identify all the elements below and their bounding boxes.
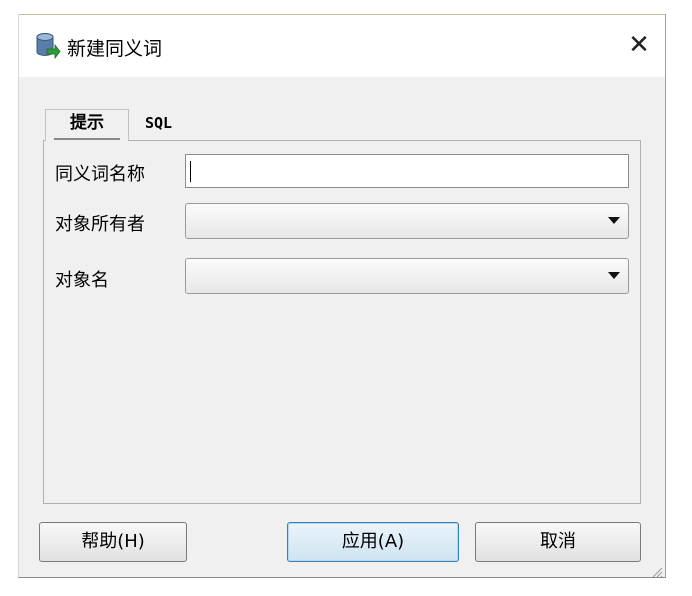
tab-focus-underline [54, 138, 120, 140]
tab-hint[interactable]: 提示 [45, 109, 129, 141]
object-name-label: 对象名 [55, 270, 109, 291]
close-button[interactable]: ✕ [623, 28, 655, 62]
tab-panel [43, 140, 641, 504]
tab-hint-label: 提示 [70, 113, 104, 133]
tab-sql[interactable]: SQL [145, 114, 172, 132]
text-caret [190, 161, 191, 182]
titlebar: 新建同义词 ✕ [19, 15, 665, 77]
help-button[interactable]: 帮助(H) [39, 522, 187, 562]
close-icon[interactable]: ✕ [628, 30, 650, 60]
object-name-select[interactable] [185, 258, 629, 294]
cancel-button[interactable]: 取消 [475, 522, 641, 562]
apply-button[interactable]: 应用(A) [287, 522, 459, 562]
database-arrow-icon [35, 32, 61, 60]
synonym-name-label: 同义词名称 [55, 164, 145, 185]
synonym-name-input[interactable] [185, 154, 629, 188]
dialog-title: 新建同义词 [67, 38, 163, 60]
new-synonym-dialog: 新建同义词 ✕ 提示 SQL 同义词名称 对象所有者 对象名 帮助(H) 应用(… [18, 14, 666, 578]
tab-sql-label: SQL [145, 114, 173, 132]
chevron-down-icon[interactable] [608, 217, 620, 224]
object-owner-select[interactable] [185, 203, 629, 239]
object-owner-label: 对象所有者 [55, 214, 145, 235]
chevron-down-icon[interactable] [608, 272, 620, 279]
resize-grip-icon[interactable] [651, 563, 663, 578]
